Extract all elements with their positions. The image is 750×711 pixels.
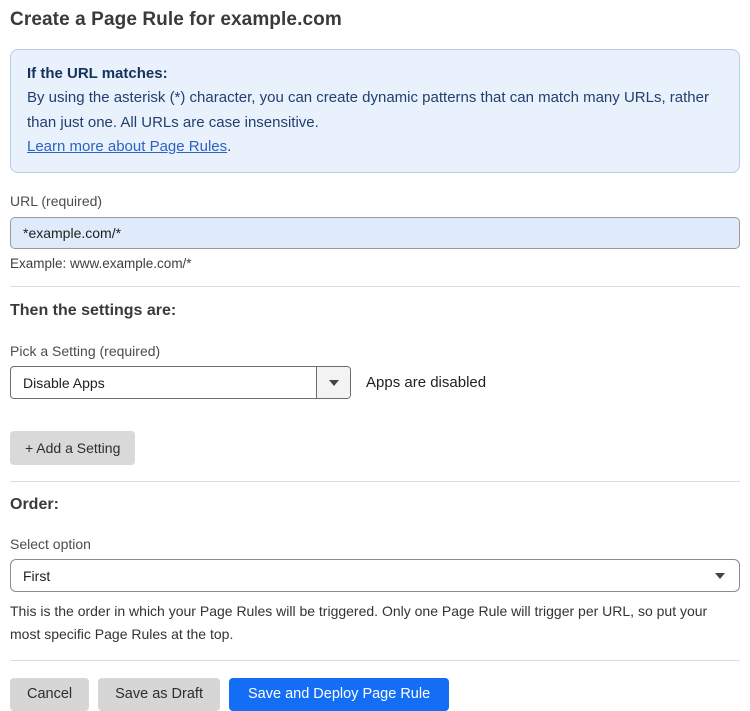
info-box-link-line: Learn more about Page Rules. xyxy=(27,135,723,159)
setting-status-text: Apps are disabled xyxy=(366,374,487,392)
learn-more-link[interactable]: Learn more about Page Rules xyxy=(27,138,227,155)
save-as-draft-button[interactable]: Save as Draft xyxy=(98,677,220,711)
caret-down-icon xyxy=(715,572,725,579)
pick-setting-label: Pick a Setting (required) xyxy=(10,343,161,360)
save-and-deploy-button[interactable]: Save and Deploy Page Rule xyxy=(228,677,450,711)
footer-actions: Cancel Save as Draft Save and Deploy Pag… xyxy=(10,677,740,711)
info-box-body: By using the asterisk (*) character, you… xyxy=(27,89,709,131)
url-example-text: Example: www.example.com/* xyxy=(10,256,192,272)
page-title: Create a Page Rule for example.com xyxy=(10,9,342,30)
order-help-text: This is the order in which your Page Rul… xyxy=(10,603,708,642)
settings-section-heading: Then the settings are: xyxy=(10,302,177,320)
divider xyxy=(10,659,740,661)
setting-dropdown-value: Disable Apps xyxy=(23,374,105,391)
order-select[interactable]: First xyxy=(10,559,740,593)
select-option-label: Select option xyxy=(10,536,91,553)
divider xyxy=(10,286,740,288)
url-field-label: URL (required) xyxy=(10,193,103,210)
divider xyxy=(10,481,740,483)
url-input[interactable] xyxy=(10,217,740,250)
order-section-heading: Order: xyxy=(10,496,59,514)
info-box-heading: If the URL matches: xyxy=(27,65,168,82)
setting-row: Disable Apps Apps are disabled xyxy=(10,366,740,400)
setting-dropdown[interactable]: Disable Apps xyxy=(10,366,351,400)
setting-dropdown-button[interactable] xyxy=(316,367,350,399)
link-suffix: . xyxy=(227,137,232,155)
create-page-rule-form: Create a Page Rule for example.com If th… xyxy=(0,9,750,711)
cancel-button[interactable]: Cancel xyxy=(10,677,90,711)
add-setting-button[interactable]: + Add a Setting xyxy=(10,431,136,466)
url-match-info-box: If the URL matches: By using the asteris… xyxy=(10,49,740,174)
order-select-value: First xyxy=(23,567,51,584)
caret-down-icon xyxy=(328,379,339,386)
